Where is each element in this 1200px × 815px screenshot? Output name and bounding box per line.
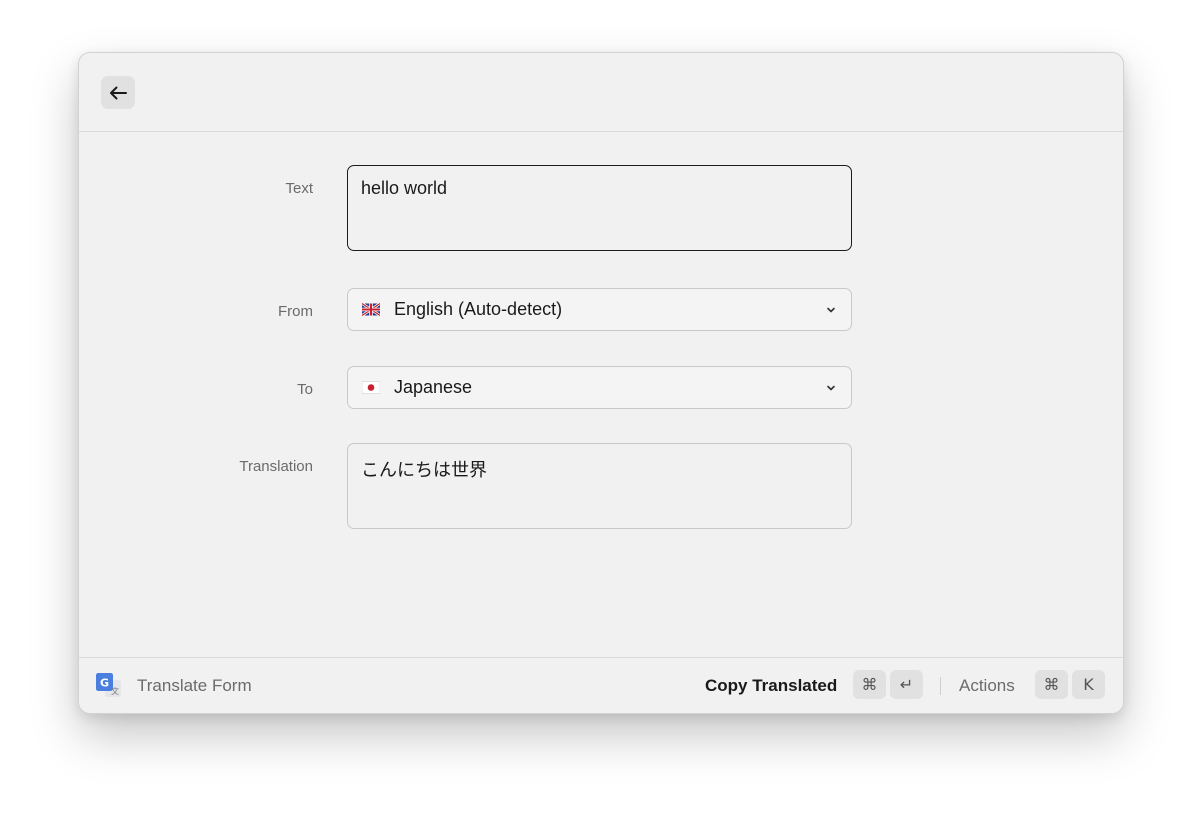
action-bar: G 文 Translate Form Copy Translated ⌘ ↵ A… [79,657,1123,713]
google-translate-icon: G 文 [96,673,121,697]
top-bar [79,53,1123,132]
uk-flag-icon [362,303,380,316]
footer-divider [940,677,941,695]
actions-button[interactable]: Actions [959,676,1015,696]
copy-translated-action[interactable]: Copy Translated [705,676,837,696]
back-button[interactable] [101,76,135,109]
command-title: Translate Form [137,676,252,695]
command-key-icon: ⌘ [1035,670,1068,699]
svg-text:G: G [100,677,109,690]
chevron-down-icon [827,307,835,312]
to-field-label: To [297,381,313,398]
text-field-label: Text [285,180,313,197]
k-key-icon: K [1072,670,1105,699]
from-language-select[interactable]: English (Auto-detect) [347,288,852,331]
arrow-left-icon [110,86,127,99]
from-language-value: English (Auto-detect) [394,299,563,319]
translate-window: Text hello world From English (Auto-dete… [78,52,1124,714]
translation-field-label: Translation [239,458,313,475]
text-input[interactable]: hello world [347,165,852,251]
command-key-icon: ⌘ [853,670,886,699]
from-field-label: From [278,303,313,320]
svg-text:文: 文 [111,686,119,696]
translation-output[interactable]: こんにちは世界 [347,443,852,529]
chevron-down-icon [827,385,835,390]
return-key-icon: ↵ [890,670,923,699]
japan-flag-icon [362,381,380,394]
to-language-select[interactable]: Japanese [347,366,852,409]
to-language-value: Japanese [394,377,473,397]
